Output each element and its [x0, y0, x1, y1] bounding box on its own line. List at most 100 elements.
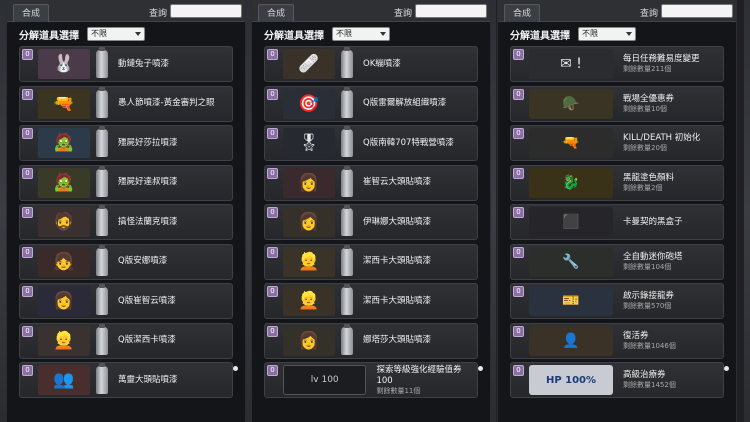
item-name: Q版安娜噴漆 — [118, 256, 168, 266]
item-name: 啟示錄接龍券 — [623, 291, 675, 301]
item-list: 0 🐰 動鏈兔子噴漆 0 🔫 愚人節噴漆-黃金審判之眼 0 🧟 殭屍好莎拉噴漆 0 🧟 殭屍好達… — [7, 46, 245, 398]
list-item[interactable]: 0 👱 潔西卡大頭貼噴漆 — [264, 283, 478, 319]
filter-dropdown-value: 不限 — [582, 29, 598, 38]
panel-2-tabbar: 合成 查詢 — [252, 0, 490, 22]
list-item[interactable]: 0 👥 萬靈大頭貼噴漆 — [19, 362, 233, 398]
item-quantity: 剩餘數量20個 — [623, 144, 667, 152]
tab-compose[interactable]: 合成 — [504, 3, 541, 22]
filter-row: 分解道具選擇 不限 — [498, 22, 736, 46]
spray-can-icon — [341, 244, 353, 276]
grade-badge: 0 — [22, 286, 33, 297]
item-image: lv 100 — [283, 365, 367, 395]
list-item[interactable]: 0 HP 100% 高級治療券 剩餘數量1452個 — [510, 362, 724, 398]
list-item[interactable]: 0 ✉ ! 每日任務難易度變更 剩餘數量211個 — [510, 46, 724, 82]
item-image: 🧟 — [38, 167, 90, 198]
search-input[interactable] — [415, 4, 487, 18]
list-item[interactable]: 0 👤 復活券 剩餘數量1046個 — [510, 322, 724, 359]
list-item[interactable]: 0 🐰 動鏈兔子噴漆 — [19, 46, 233, 82]
spray-can-icon — [96, 47, 108, 78]
grade-badge: 0 — [22, 49, 33, 60]
item-name: OK繃噴漆 — [363, 58, 401, 69]
filter-dropdown[interactable]: 不限 — [578, 27, 636, 41]
item-name: 高級治療券 — [623, 370, 666, 380]
search-input[interactable] — [661, 4, 733, 18]
list-item[interactable]: 0 🧟 殭屍好莎拉噴漆 — [19, 125, 233, 161]
filter-label: 分解道具選擇 — [19, 30, 79, 42]
item-image: ✉ ! — [529, 49, 613, 79]
filter-row: 分解道具選擇 不限 — [7, 22, 245, 46]
item-name: 萬靈大頭貼噴漆 — [118, 374, 178, 385]
list-item[interactable]: 0 🎫 啟示錄接龍券 剩餘數量570個 — [510, 283, 724, 319]
item-name: 伊琳娜大頭貼噴漆 — [363, 216, 432, 227]
spray-can-icon — [96, 126, 108, 157]
list-item[interactable]: 0 🧟 殭屍好達叔噴漆 — [19, 164, 233, 201]
list-item[interactable]: 0 🩹 OK繃噴漆 — [264, 46, 478, 82]
grade-badge: 0 — [513, 128, 524, 139]
spray-can-icon — [96, 284, 108, 315]
list-item[interactable]: 0 🎖 Q版南韓707特戰營噴漆 — [264, 125, 478, 161]
list-item[interactable]: 0 👩 娜塔莎大頭貼噴漆 — [264, 322, 478, 359]
grade-badge: 0 — [513, 167, 524, 179]
item-quantity: 剩餘數量1452個 — [623, 381, 676, 389]
spray-can-icon — [96, 244, 108, 276]
item-image: 🔫 — [38, 88, 90, 119]
chevron-down-icon — [626, 32, 632, 36]
grade-badge: 0 — [267, 128, 278, 139]
item-image: ⬛ — [529, 207, 613, 237]
item-image: 👩 — [283, 325, 335, 356]
grade-badge: 0 — [22, 128, 33, 139]
item-quantity: 剩餘數量11個 — [376, 386, 421, 395]
grade-badge: 0 — [22, 246, 33, 258]
filter-label: 分解道具選擇 — [510, 30, 570, 42]
list-item[interactable]: 0 🪖 戰場全優惠券 剩餘數量10個 — [510, 85, 724, 122]
chevron-down-icon — [380, 32, 386, 36]
spray-can-icon — [341, 165, 353, 197]
list-item[interactable]: 0 👩 Q版崔智云噴漆 — [19, 283, 233, 319]
list-item[interactable]: 0 🔧 全自動迷你砲塔 剩餘數量104個 — [510, 243, 724, 280]
grade-badge: 0 — [267, 325, 278, 337]
scrollbar-thumb[interactable] — [724, 366, 729, 371]
filter-dropdown[interactable]: 不限 — [87, 27, 145, 41]
list-item[interactable]: 0 ⬛ 卡曼契的黑盒子 — [510, 204, 724, 240]
list-item[interactable]: 0 🎯 Q版雷爾解放組織噴漆 — [264, 85, 478, 122]
filter-dropdown-value: 不限 — [336, 29, 352, 38]
list-item[interactable]: 0 🐉 黑龍塗色顏料 剩餘數量2個 — [510, 164, 724, 201]
scrollbar-thumb[interactable] — [233, 366, 238, 371]
item-image: 👤 — [529, 325, 613, 356]
list-item[interactable]: 0 👩 崔智云大頭貼噴漆 — [264, 164, 478, 201]
item-quantity: 剩餘數量211個 — [623, 65, 672, 73]
search-label: 查詢 — [394, 9, 413, 19]
tab-compose[interactable]: 合成 — [258, 3, 295, 22]
item-name: 卡曼契的黑盒子 — [623, 216, 683, 227]
grade-badge: 0 — [22, 325, 33, 337]
scrollbar-thumb[interactable] — [478, 366, 483, 371]
item-list: 0 🩹 OK繃噴漆 0 🎯 Q版雷爾解放組織噴漆 0 🎖 Q版南韓707特戰營噴漆 0 👩 崔智… — [252, 46, 490, 398]
panel-3-tabbar: 合成 查詢 — [498, 0, 736, 22]
filter-label: 分解道具選擇 — [264, 30, 324, 42]
grade-badge: 0 — [22, 365, 33, 376]
filter-dropdown-value: 不限 — [91, 29, 107, 38]
grade-badge: 0 — [513, 88, 524, 100]
list-item[interactable]: 0 lv 100 探索等級強化經驗值券100 剩餘數量11個 — [264, 362, 478, 398]
tab-compose[interactable]: 合成 — [13, 3, 50, 22]
item-image: 🐉 — [529, 167, 613, 198]
list-item[interactable]: 0 👱 潔西卡大頭貼噴漆 — [264, 243, 478, 280]
grade-badge: 0 — [513, 246, 524, 258]
panel-1: 合成 查詢 分解道具選擇 不限 0 🐰 動鏈兔子噴漆 0 🔫 愚人節噴漆-黃金審判之眼 … — [6, 0, 246, 422]
list-item[interactable]: 0 🧔 搞怪法蘭克噴漆 — [19, 204, 233, 240]
spray-can-icon — [341, 205, 353, 236]
item-image: 🔧 — [529, 246, 613, 277]
item-image: HP 100% — [529, 365, 613, 395]
grade-badge: 0 — [267, 88, 278, 100]
list-item[interactable]: 0 👧 Q版安娜噴漆 — [19, 243, 233, 280]
filter-dropdown[interactable]: 不限 — [332, 27, 390, 41]
list-item[interactable]: 0 🔫 愚人節噴漆-黃金審判之眼 — [19, 85, 233, 122]
search-input[interactable] — [170, 4, 242, 18]
spray-can-icon — [341, 86, 353, 118]
list-item[interactable]: 0 👱 Q版潔西卡噴漆 — [19, 322, 233, 359]
spray-can-icon — [341, 47, 353, 78]
search-label: 查詢 — [640, 9, 659, 19]
list-item[interactable]: 0 👩 伊琳娜大頭貼噴漆 — [264, 204, 478, 240]
list-item[interactable]: 0 🔫 KILL/DEATH 初始化 剩餘數量20個 — [510, 125, 724, 161]
grade-badge: 0 — [513, 207, 524, 218]
